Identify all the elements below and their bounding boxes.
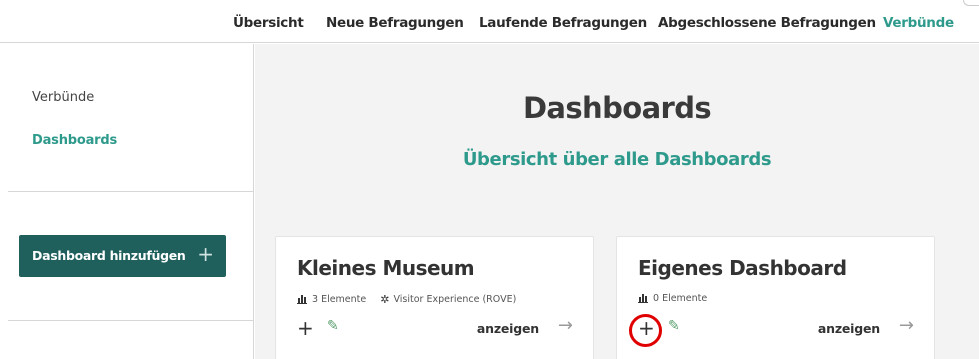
highlight-circle (629, 314, 662, 347)
arrow-right-icon[interactable]: → (558, 317, 573, 335)
top-navigation: Übersicht Neue Befragungen Laufende Befr… (0, 0, 979, 43)
card-meta: 0 Elemente (638, 293, 707, 304)
nav-item-neue-befragungen[interactable]: Neue Befragungen (326, 15, 464, 31)
dashboard-card: Kleines Museum 3 Elemente ✲ Visitor Expe… (275, 236, 594, 359)
sidebar-item-verbuende[interactable]: Verbünde (32, 90, 94, 105)
bar-chart-icon (297, 295, 307, 304)
nav-item-verbuende[interactable]: Verbünde (883, 15, 954, 31)
experience-icon: ✲ (380, 293, 390, 306)
edit-pencil-icon[interactable]: ✎ (327, 319, 339, 333)
card-meta: 3 Elemente ✲ Visitor Experience (ROVE) (297, 293, 516, 306)
show-dashboard-link[interactable]: anzeigen (818, 321, 880, 336)
sidebar: Verbünde Dashboards Dashboard hinzufügen… (0, 44, 254, 359)
nav-item-uebersicht[interactable]: Übersicht (233, 15, 304, 31)
card-title: Kleines Museum (297, 256, 475, 280)
plus-icon: + (197, 242, 214, 266)
element-count: 0 Elemente (653, 293, 708, 304)
dashboard-card: Eigenes Dashboard 0 Elemente + ✎ anzeige… (616, 236, 935, 359)
page-subtitle: Übersicht über alle Dashboards (462, 149, 772, 170)
nav-item-abgeschlossene-befragungen[interactable]: Abgeschlossene Befragungen (658, 15, 876, 31)
sidebar-divider (8, 191, 254, 192)
main-content: Dashboards Übersicht über alle Dashboard… (255, 44, 979, 359)
bar-chart-icon (638, 294, 648, 303)
add-dashboard-label: Dashboard hinzufügen (32, 248, 186, 263)
arrow-right-icon[interactable]: → (899, 317, 914, 335)
add-element-icon[interactable]: + (297, 318, 314, 338)
page-title: Dashboards (522, 91, 712, 125)
nav-item-laufende-befragungen[interactable]: Laufende Befragungen (479, 15, 647, 31)
sidebar-item-dashboards[interactable]: Dashboards (32, 133, 117, 148)
card-title: Eigenes Dashboard (638, 256, 847, 280)
edit-pencil-icon[interactable]: ✎ (668, 319, 680, 333)
experience-label: Visitor Experience (ROVE) (393, 294, 517, 305)
show-dashboard-link[interactable]: anzeigen (477, 321, 539, 336)
add-dashboard-button[interactable]: Dashboard hinzufügen + (19, 235, 226, 277)
corner-decoration (963, 0, 979, 6)
sidebar-divider (8, 320, 254, 321)
element-count: 3 Elemente (312, 294, 367, 305)
